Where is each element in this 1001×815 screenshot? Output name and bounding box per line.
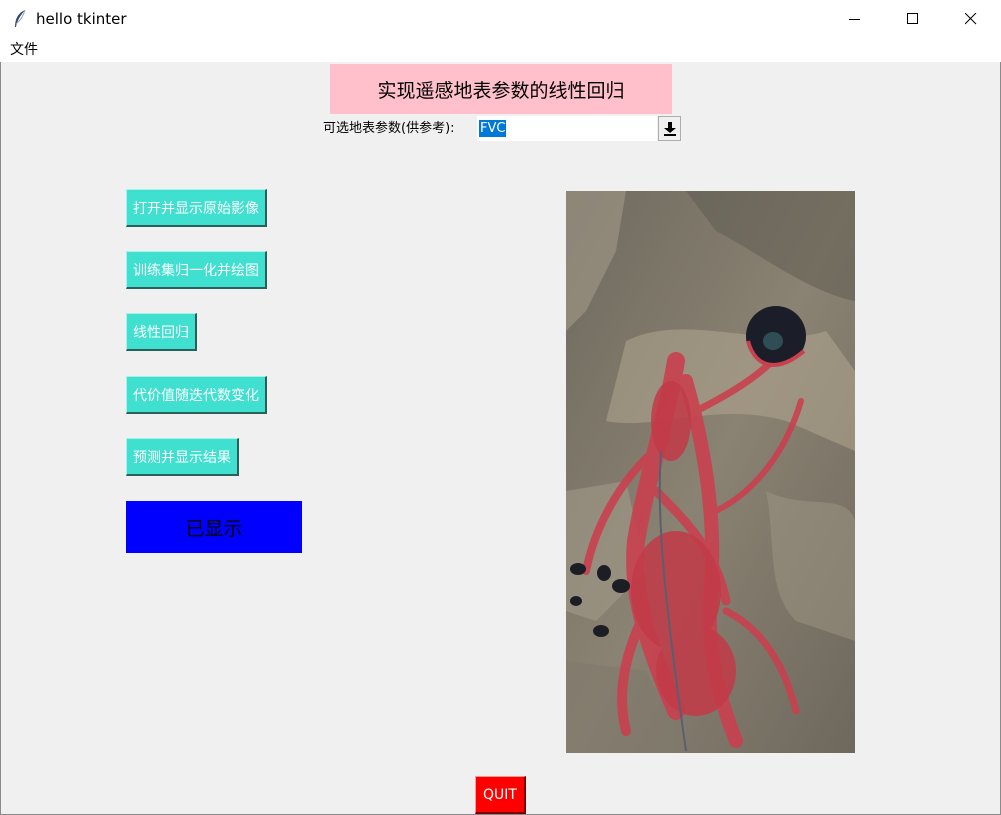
param-combobox-entry[interactable]: FVC	[477, 116, 657, 141]
close-icon	[965, 13, 977, 25]
menu-bar: 文件	[0, 38, 1001, 62]
predict-show-button[interactable]: 预测并显示结果	[126, 438, 239, 476]
param-combobox[interactable]: FVC	[477, 116, 681, 141]
page-title: 实现遥感地表参数的线性回归	[330, 64, 672, 114]
quit-button[interactable]: QUIT	[475, 776, 526, 814]
linear-regression-button[interactable]: 线性回归	[126, 313, 197, 351]
menu-file[interactable]: 文件	[10, 41, 38, 59]
maximize-button[interactable]	[884, 0, 942, 38]
maximize-icon	[907, 13, 918, 24]
download-arrow-icon	[663, 121, 676, 136]
close-button[interactable]	[942, 0, 1000, 38]
normalize-plot-button[interactable]: 训练集归一化并绘图	[126, 251, 267, 289]
minimize-icon	[849, 19, 860, 20]
param-select-label: 可选地表参数(供参考):	[323, 121, 455, 136]
status-label: 已显示	[126, 501, 302, 553]
param-combobox-dropdown-button[interactable]	[658, 116, 681, 141]
window-title: hello tkinter	[36, 10, 127, 28]
open-image-button[interactable]: 打开并显示原始影像	[126, 189, 267, 227]
minimize-button[interactable]	[826, 0, 884, 38]
cost-change-button[interactable]: 代价值随迭代数变化	[126, 376, 267, 414]
param-combobox-value: FVC	[479, 120, 507, 137]
title-bar[interactable]: hello tkinter	[0, 0, 1001, 38]
remote-sensing-image	[566, 191, 855, 753]
feather-icon	[15, 9, 26, 27]
